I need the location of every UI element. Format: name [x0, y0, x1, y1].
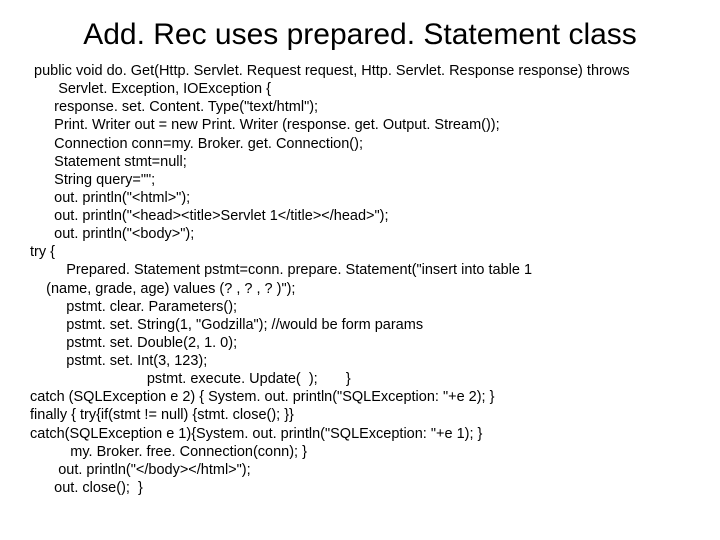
code-line: out. println("<body>");: [30, 225, 690, 243]
slide: Add. Rec uses prepared. Statement class …: [0, 0, 720, 540]
code-line: pstmt. set. String(1, "Godzilla"); //wou…: [30, 316, 690, 334]
code-line: (name, grade, age) values (? , ? , ? )")…: [30, 280, 690, 298]
code-line: Prepared. Statement pstmt=conn. prepare.…: [30, 261, 690, 279]
code-line: pstmt. set. Int(3, 123);: [30, 352, 690, 370]
code-line: Statement stmt=null;: [30, 153, 690, 171]
code-line: out. println("<head><title>Servlet 1</ti…: [30, 207, 690, 225]
code-line: catch(SQLException e 1){System. out. pri…: [30, 425, 690, 443]
code-line: String query="";: [30, 171, 690, 189]
code-block: public void do. Get(Http. Servlet. Reque…: [30, 62, 690, 497]
code-line: pstmt. set. Double(2, 1. 0);: [30, 334, 690, 352]
code-line: public void do. Get(Http. Servlet. Reque…: [30, 62, 690, 80]
code-line: response. set. Content. Type("text/html"…: [30, 98, 690, 116]
code-line: catch (SQLException e 2) { System. out. …: [30, 388, 690, 406]
code-line: finally { try{if(stmt != null) {stmt. cl…: [30, 406, 690, 424]
code-line: pstmt. execute. Update( ); }: [30, 370, 690, 388]
code-line: Servlet. Exception, IOException {: [30, 80, 690, 98]
code-line: out. println("<html>");: [30, 189, 690, 207]
code-line: try {: [30, 243, 690, 261]
code-line: Connection conn=my. Broker. get. Connect…: [30, 135, 690, 153]
code-line: pstmt. clear. Parameters();: [30, 298, 690, 316]
code-line: out. close(); }: [30, 479, 690, 497]
code-line: my. Broker. free. Connection(conn); }: [30, 443, 690, 461]
slide-title: Add. Rec uses prepared. Statement class: [30, 18, 690, 52]
code-line: Print. Writer out = new Print. Writer (r…: [30, 116, 690, 134]
code-line: out. println("</body></html>");: [30, 461, 690, 479]
